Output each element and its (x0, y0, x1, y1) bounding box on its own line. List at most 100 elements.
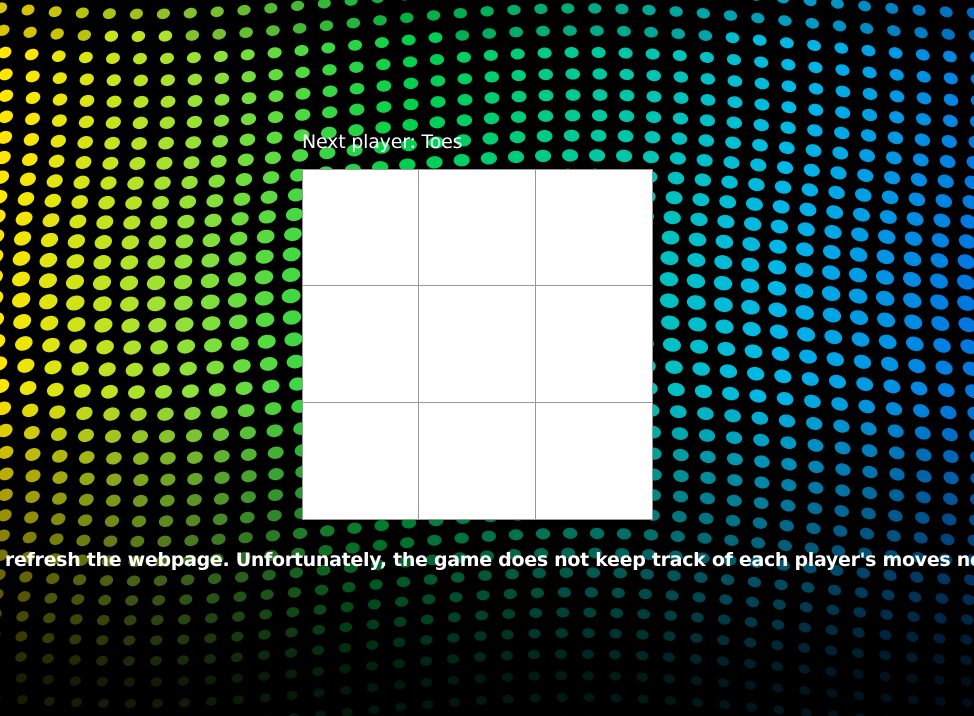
background-dot (0, 249, 4, 264)
background-dot (422, 700, 434, 709)
background-dot (673, 469, 689, 483)
background-dot (268, 468, 284, 481)
background-dot (663, 631, 676, 642)
background-dot (942, 114, 958, 128)
background-dot (123, 677, 136, 687)
background-dot (266, 131, 283, 144)
background-dot (426, 156, 443, 169)
background-dot (779, 37, 794, 49)
background-dot (778, 414, 796, 428)
background-dot (537, 47, 552, 59)
background-dot (255, 312, 275, 327)
background-dot (240, 49, 255, 61)
background-dot (369, 579, 383, 590)
background-dot (555, 628, 568, 639)
background-dot (227, 272, 247, 287)
background-dot (376, 101, 392, 113)
background-dot (880, 609, 893, 620)
background-dot (376, 80, 392, 92)
background-dot (341, 707, 353, 716)
board-square[interactable] (535, 170, 652, 287)
board-square[interactable] (419, 286, 536, 403)
background-dot (23, 425, 40, 440)
background-dot (853, 691, 865, 701)
background-dot (699, 450, 716, 464)
board-square[interactable] (303, 286, 420, 403)
background-dot (935, 194, 953, 208)
background-dot (935, 593, 949, 604)
background-dot (859, 149, 876, 163)
background-dot (24, 48, 39, 61)
board-square[interactable] (535, 286, 652, 403)
background-dot (158, 136, 174, 150)
background-dot (661, 315, 680, 330)
background-dot (940, 405, 957, 420)
background-dot (185, 514, 201, 527)
background-dot (456, 114, 473, 127)
background-dot (480, 6, 494, 17)
background-dot (555, 671, 567, 681)
background-dot (257, 334, 276, 349)
background-dot (590, 25, 604, 37)
background-dot (233, 359, 251, 373)
background-dot (429, 116, 446, 129)
background-dot (771, 619, 785, 630)
background-dot (0, 229, 5, 244)
background-dot (0, 2, 8, 14)
background-dot (291, 0, 305, 12)
background-dot (528, 649, 540, 660)
background-dot (879, 650, 891, 661)
board-square[interactable] (303, 170, 420, 287)
background-dot (509, 26, 523, 38)
background-dot (962, 361, 974, 376)
background-dot (239, 511, 255, 524)
board-square[interactable] (535, 402, 652, 519)
background-dot (910, 172, 927, 187)
background-dot (849, 310, 869, 325)
background-dot (16, 694, 28, 705)
background-dot (453, 7, 467, 19)
background-dot (671, 132, 688, 145)
background-dot (231, 212, 249, 226)
background-dot (147, 296, 166, 312)
background-dot (393, 658, 405, 669)
background-dot (719, 594, 733, 605)
background-dot (101, 384, 118, 399)
background-dot (717, 635, 730, 646)
background-dot (181, 175, 198, 189)
background-dot (725, 136, 742, 149)
background-dot (939, 154, 956, 169)
background-dot (915, 49, 930, 61)
background-dot (322, 85, 338, 98)
background-dot (121, 318, 140, 333)
background-dot (860, 22, 874, 34)
background-dot (214, 93, 230, 106)
background-dot (835, 463, 851, 476)
background-dot (457, 93, 473, 106)
background-dot (38, 273, 58, 289)
background-dot (589, 149, 606, 162)
background-dot (202, 316, 221, 331)
background-dot (15, 336, 33, 351)
background-dot (671, 28, 686, 40)
board-square[interactable] (303, 402, 420, 519)
background-dot (671, 427, 689, 440)
board-square[interactable] (419, 170, 536, 287)
background-dot (748, 178, 765, 192)
tic-tac-toe-board (302, 169, 653, 520)
background-dot (227, 292, 247, 308)
background-dot (830, 0, 844, 9)
background-dot (537, 110, 554, 122)
background-dot (156, 8, 170, 20)
background-dot (914, 27, 928, 39)
background-dot (262, 171, 280, 184)
background-dot (960, 339, 974, 354)
background-dot (179, 361, 197, 376)
board-square[interactable] (419, 402, 536, 519)
background-dot (861, 444, 878, 458)
background-dot (474, 631, 487, 641)
background-dot (312, 666, 324, 677)
background-dot (185, 429, 203, 443)
background-dot (150, 635, 163, 646)
background-dot (589, 527, 605, 540)
